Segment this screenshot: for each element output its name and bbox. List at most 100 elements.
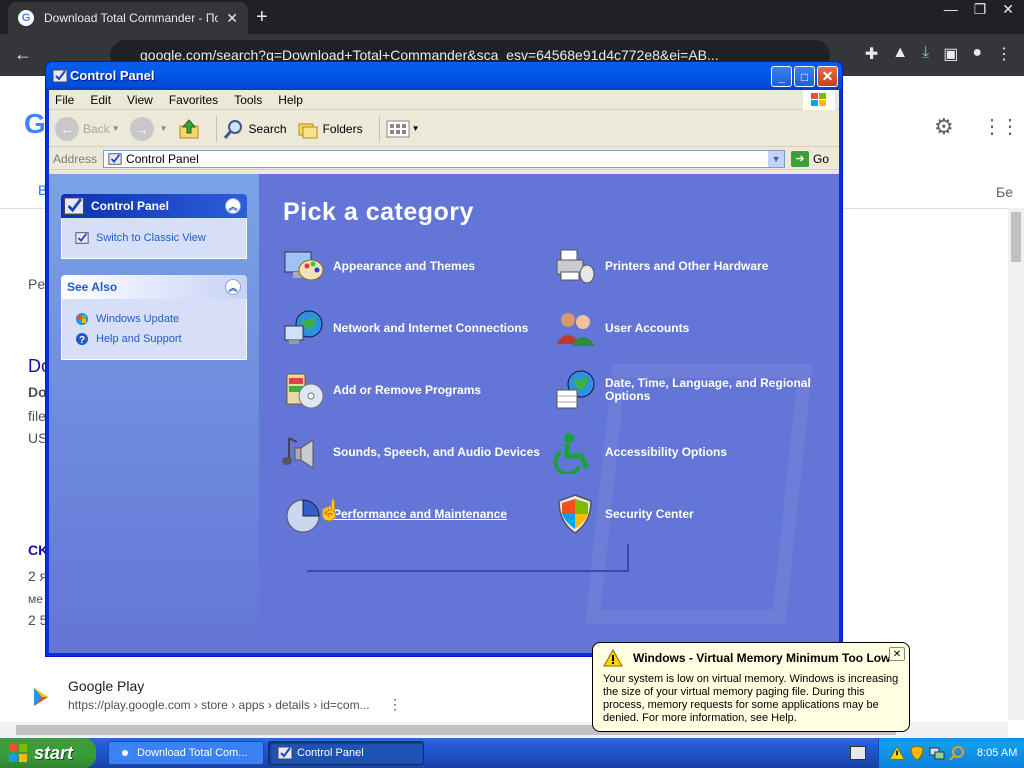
sidepanel-icon[interactable]: ▣ bbox=[943, 44, 958, 64]
control-panel-icon bbox=[52, 69, 68, 83]
category-add-remove-programs[interactable]: Add or Remove Programs bbox=[279, 366, 543, 414]
taskbar-item-control-panel[interactable]: Control Panel bbox=[268, 741, 424, 765]
maximize-button[interactable]: □ bbox=[794, 66, 815, 87]
collapse-icon[interactable]: ︽ bbox=[225, 279, 241, 295]
classic-view-icon bbox=[74, 230, 90, 246]
hover-underline bbox=[307, 570, 629, 572]
category-accessibility[interactable]: Accessibility Options bbox=[551, 428, 815, 476]
minimize-button[interactable]: _ bbox=[771, 66, 792, 87]
address-value: Control Panel bbox=[126, 151, 199, 166]
warning-tray-icon[interactable] bbox=[889, 745, 905, 761]
profile-icon[interactable]: ● bbox=[972, 44, 982, 64]
taskbar-item-chrome[interactable]: Download Total Com... bbox=[108, 741, 264, 765]
chrome-tab[interactable]: G Download Total Commander - Поис ✕ bbox=[8, 2, 248, 34]
address-field[interactable]: Control Panel ▼ bbox=[103, 149, 786, 168]
network-tray-icon[interactable] bbox=[929, 745, 945, 761]
close-button[interactable]: ✕ bbox=[1002, 1, 1014, 18]
folders-icon bbox=[298, 123, 318, 138]
category-user-accounts[interactable]: User Accounts bbox=[551, 304, 815, 352]
search-result-title[interactable]: Google Play bbox=[68, 678, 144, 694]
go-button[interactable]: ➔ Go bbox=[791, 150, 829, 167]
chrome-tabstrip: G Download Total Commander - Поис ✕ + — … bbox=[0, 0, 1024, 34]
up-button[interactable] bbox=[178, 118, 200, 140]
puzzle-icon[interactable]: ✚ bbox=[865, 44, 878, 64]
close-button[interactable]: ✕ bbox=[817, 66, 838, 87]
control-panel-icon bbox=[277, 746, 293, 760]
category-label: Add or Remove Programs bbox=[333, 382, 482, 397]
category-network-internet[interactable]: Network and Internet Connections bbox=[279, 304, 543, 352]
restore-button[interactable]: ❐ bbox=[974, 1, 987, 18]
user-accounts-icon bbox=[551, 304, 599, 352]
more-options-icon[interactable]: ⋮ bbox=[388, 696, 402, 713]
bg-text-fragment: Бе bbox=[996, 184, 1013, 200]
dropdown-arrow-icon: ▼ bbox=[411, 124, 420, 133]
minimize-button[interactable]: — bbox=[944, 1, 958, 17]
category-printers-hardware[interactable]: Printers and Other Hardware bbox=[551, 242, 815, 290]
back-arrow-icon[interactable]: ← bbox=[14, 44, 32, 65]
window-titlebar[interactable]: Control Panel _ □ ✕ bbox=[46, 62, 842, 90]
search-icon bbox=[223, 119, 242, 139]
start-label: start bbox=[34, 742, 74, 763]
category-sounds-speech-audio[interactable]: Sounds, Speech, and Audio Devices bbox=[279, 428, 543, 476]
category-appearance-themes[interactable]: Appearance and Themes bbox=[279, 242, 543, 290]
category-date-time-language[interactable]: Date, Time, Language, and Regional Optio… bbox=[551, 366, 815, 414]
collapse-icon[interactable]: ︽ bbox=[225, 198, 241, 214]
views-button[interactable]: ▼ bbox=[386, 120, 420, 138]
chrome-app-icon bbox=[118, 746, 132, 760]
virtual-memory-balloon[interactable]: Windows - Virtual Memory Minimum Too Low… bbox=[592, 642, 910, 732]
category-security-center[interactable]: Security Center bbox=[551, 490, 815, 538]
menu-file[interactable]: File bbox=[55, 93, 74, 107]
control-panel-box-header[interactable]: Control Panel ︽ bbox=[61, 194, 247, 218]
new-tab-button[interactable]: + bbox=[256, 6, 268, 29]
search-tray-icon[interactable] bbox=[949, 745, 965, 761]
scrollbar-thumb[interactable] bbox=[1011, 212, 1021, 262]
vertical-scrollbar[interactable] bbox=[1008, 208, 1024, 720]
category-label: Sounds, Speech, and Audio Devices bbox=[333, 444, 540, 459]
category-label: Network and Internet Connections bbox=[333, 320, 529, 335]
back-button[interactable]: ← Back ▼ bbox=[55, 116, 120, 141]
gear-icon[interactable]: ⚙ bbox=[934, 114, 954, 140]
bg-text-fragment: Pe bbox=[28, 276, 46, 292]
back-label: Back bbox=[83, 121, 110, 136]
menu-edit[interactable]: Edit bbox=[90, 93, 111, 107]
folders-button[interactable]: Folders bbox=[297, 118, 363, 140]
category-label: Security Center bbox=[605, 506, 694, 521]
switch-classic-view-link[interactable]: Switch to Classic View bbox=[74, 230, 238, 246]
menu-favorites[interactable]: Favorites bbox=[169, 93, 218, 107]
content-area: Control Panel ︽ Switch to Classic View S… bbox=[49, 174, 839, 653]
search-result-url[interactable]: https://play.google.com › store › apps ›… bbox=[68, 698, 370, 712]
keyboard-icon[interactable] bbox=[850, 746, 866, 760]
category-label: Performance and Maintenance bbox=[333, 506, 508, 521]
folders-label: Folders bbox=[322, 121, 363, 136]
google-favicon-icon: G bbox=[18, 10, 34, 26]
see-also-header[interactable]: See Also ︽ bbox=[61, 275, 247, 299]
chevron-down-icon[interactable]: ▼ bbox=[768, 150, 785, 167]
balloon-message: Your system is low on virtual memory. Wi… bbox=[603, 673, 899, 724]
menu-tools[interactable]: Tools bbox=[234, 93, 262, 107]
control-panel-box-body: Switch to Classic View bbox=[61, 218, 247, 259]
see-also-title: See Also bbox=[67, 280, 118, 294]
close-icon[interactable]: ✕ bbox=[226, 10, 238, 27]
window-title: Control Panel bbox=[70, 68, 155, 83]
flask-icon[interactable]: ▲ bbox=[892, 44, 908, 64]
security-shield-tray-icon[interactable] bbox=[909, 745, 925, 761]
printer-icon bbox=[551, 242, 599, 290]
balloon-close-button[interactable]: ✕ bbox=[889, 647, 905, 661]
forward-button[interactable]: → ▼ bbox=[129, 116, 168, 141]
menu-view[interactable]: View bbox=[127, 93, 153, 107]
dropdown-arrow-icon: ▼ bbox=[159, 124, 168, 133]
apps-grid-icon[interactable]: ⋮⋮⋮ bbox=[982, 114, 1024, 139]
download-icon[interactable]: ⤓ bbox=[922, 44, 929, 64]
help-and-support-link[interactable]: ? Help and Support bbox=[74, 331, 238, 347]
control-panel-window: Control Panel _ □ ✕ File Edit View Favor… bbox=[45, 61, 843, 657]
windows-update-link[interactable]: Windows Update bbox=[74, 311, 238, 327]
windows-update-label: Windows Update bbox=[96, 313, 180, 325]
windows-update-icon bbox=[74, 311, 90, 327]
menu-help[interactable]: Help bbox=[278, 93, 303, 107]
back-arrow-icon: ← bbox=[55, 116, 79, 141]
search-label: Search bbox=[248, 121, 287, 136]
search-button[interactable]: Search bbox=[223, 118, 287, 140]
pick-category-title: Pick a category bbox=[283, 198, 474, 226]
kebab-menu-icon[interactable]: ⋮ bbox=[996, 44, 1012, 64]
start-button[interactable]: start bbox=[0, 738, 96, 768]
